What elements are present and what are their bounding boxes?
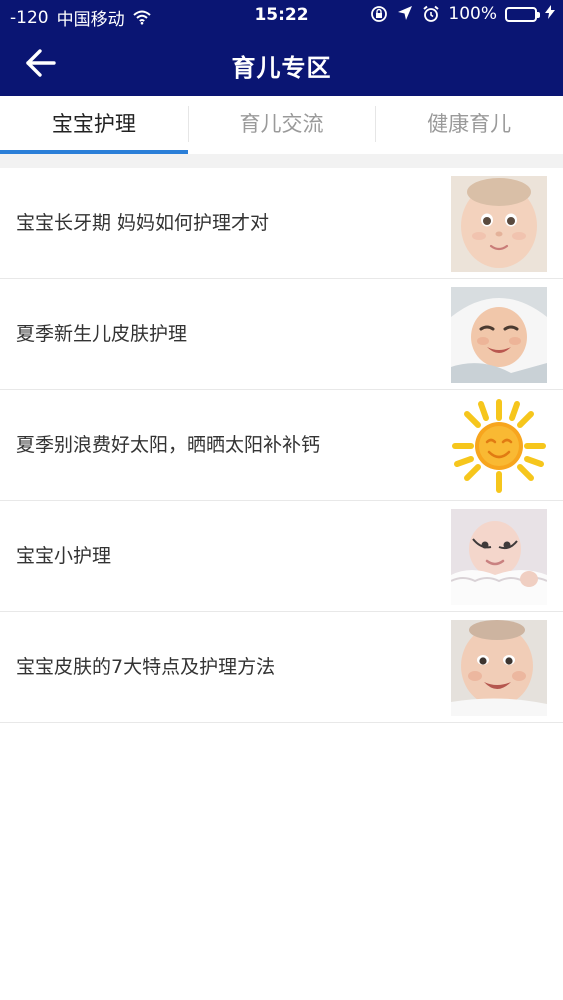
article-title: 夏季新生儿皮肤护理 <box>16 323 188 345</box>
status-right: 100% <box>370 4 555 24</box>
tab-bar: 宝宝护理 育儿交流 健康育儿 <box>0 96 563 154</box>
page-title: 育儿专区 <box>231 54 332 82</box>
section-divider <box>0 154 563 168</box>
charging-bolt-icon <box>545 5 555 23</box>
article-title: 宝宝长牙期 妈妈如何护理才对 <box>16 212 270 234</box>
tab-label: 健康育儿 <box>427 112 512 136</box>
article-list: 宝宝长牙期 妈妈如何护理才对 夏季新生儿皮肤护理 夏季别浪费好太阳，晒晒太阳补补… <box>0 168 563 723</box>
tab-baby-care[interactable]: 宝宝护理 <box>0 96 188 154</box>
app-header: -120 中国移动 15:22 100% 育儿专区 <box>0 0 563 96</box>
location-arrow-icon <box>396 5 414 23</box>
tab-label: 育儿交流 <box>239 112 324 136</box>
sun-drawing-thumbnail <box>451 398 547 494</box>
baby-in-lace-thumbnail <box>451 509 547 605</box>
article-item[interactable]: 宝宝小护理 <box>0 501 563 612</box>
baby-face-thumbnail <box>451 176 547 272</box>
article-item[interactable]: 夏季新生儿皮肤护理 <box>0 279 563 390</box>
article-title: 夏季别浪费好太阳，晒晒太阳补补钙 <box>16 434 321 456</box>
article-title: 宝宝皮肤的7大特点及护理方法 <box>16 656 276 678</box>
navigation-bar: 育儿专区 <box>0 32 563 96</box>
article-title: 宝宝小护理 <box>16 545 112 567</box>
article-item[interactable]: 宝宝皮肤的7大特点及护理方法 <box>0 612 563 723</box>
battery-icon <box>505 6 540 22</box>
baby-smiling-thumbnail <box>451 620 547 716</box>
tab-parenting-exchange[interactable]: 育儿交流 <box>187 96 376 154</box>
alarm-clock-icon <box>422 5 440 23</box>
tab-label: 宝宝护理 <box>51 112 136 136</box>
status-bar: -120 中国移动 15:22 100% <box>0 0 563 32</box>
article-item[interactable]: 宝宝长牙期 妈妈如何护理才对 <box>0 168 563 279</box>
rotation-lock-icon <box>370 5 388 23</box>
baby-in-hood-thumbnail <box>451 287 547 383</box>
battery-percent: 100% <box>448 4 497 24</box>
tab-healthy-parenting[interactable]: 健康育儿 <box>375 96 563 154</box>
article-item[interactable]: 夏季别浪费好太阳，晒晒太阳补补钙 <box>0 390 563 501</box>
